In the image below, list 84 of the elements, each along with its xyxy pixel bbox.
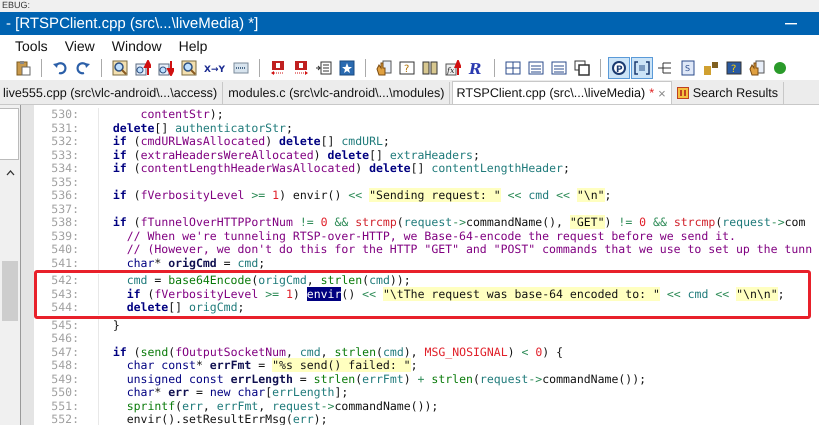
line-number: 547: [50,346,79,359]
page-up-arrow-icon [135,60,151,76]
brackets-button[interactable] [631,57,653,79]
scrollbar-thumb[interactable] [2,261,18,321]
menu-item[interactable]: Tools [15,38,48,54]
code-line: delete[] authenticatorStr; [112,122,293,135]
book-icon [422,60,438,76]
redo-icon [75,60,91,76]
code-line: char* origCmd = cmd; [126,256,266,270]
line-number: 546: [50,332,79,346]
clipboard-icon [15,60,31,76]
code-line: char const* errFmt = "%s send() failed: "; [126,359,418,372]
line-number: 534: [50,162,79,176]
hand-page-icon [376,60,392,76]
tab-label: Search Results [692,86,778,100]
scroll-up-icon[interactable] [6,170,14,176]
code-line: char* err = new char[errLength]; [126,386,348,400]
code-line: // (However, we don't do this for the HTTP "GET" and "POST" commands that we use to set up the tunn [126,243,812,256]
line-number: 551: [50,400,79,413]
page-down-arrow-icon [158,60,174,76]
line-number: 550: [50,386,79,400]
menu-item[interactable]: Window [112,38,162,54]
line-number: 544: [50,301,79,314]
line-number: 540: [50,243,79,256]
code-line: sprintf(err, errFmt, request->commandName()); [126,400,438,413]
tab-label: RTSPClient.cpp (src\...\liveMedia) [456,86,646,100]
web-page-icon [233,60,249,76]
brackets-icon [634,60,650,76]
code-line: if (fVerbosityLevel >= 1) envir() << "\tThe request was base-64 encoded to: " << cmd << "\n\n"; [126,288,785,301]
puzzle-icon [703,60,719,76]
code-line: if (send(fOutputSocketNum, cmd, strlen(cmd), MSG_NOSIGNAL) < 0) { [112,346,564,359]
panel-field[interactable] [0,108,19,160]
hand-page-icon [749,60,765,76]
line-number: 548: [50,359,79,372]
minimize-icon[interactable] [785,22,797,24]
line-number: 538: [50,216,79,230]
magnifier-page-icon [181,60,197,76]
list-window-icon [551,60,567,76]
star-icon [339,60,355,76]
search-results-icon [676,87,689,99]
menu-item[interactable]: View [64,38,95,54]
code-line: if (fVerbosityLevel >= 1) envir() << "Sending request: " << cmd << "\n"; [112,189,612,202]
line-number: 541: [50,256,79,270]
menu-item[interactable]: Help [178,38,208,54]
line-number: 533: [50,148,79,162]
code-line: if (fTunnelOverHTTPPortNum != 0 && strcmp(request->commandName(), "GET") != 0 && strcmp(request->com [112,216,806,230]
tree-icon [657,60,673,76]
code-line: cmd = base64Encode(origCmd, strlen(cmd)); [126,274,411,288]
line-number: 532: [50,135,79,148]
tab-label: live555.cpp (src\vlc-android\...\access) [3,86,218,100]
tab-label: modules.c (src\vlc-android\...\modules) [228,86,444,100]
right-arrow-marker-icon [293,60,309,76]
line-number: 543: [50,288,79,301]
line-number: 545: [50,318,79,332]
grid-icon [505,60,521,76]
line-number: 539: [50,230,79,243]
modified-marker: * [649,86,654,100]
debug-label: EBUG: [2,0,30,10]
window-title: - [RTSPClient.cpp (src\...\liveMedia) *] [6,15,258,32]
line-number: 537: [50,202,79,216]
file-tab[interactable]: RTSPClient.cpp (src\...\liveMedia) * × [452,81,672,104]
code-line: delete[] origCmd; [126,301,244,314]
line-number: 552: [50,413,79,425]
line-number: 549: [50,372,79,386]
line-number: 536: [50,189,79,202]
code-line: contentStr); [140,108,224,122]
magnifier-page-icon [112,60,128,76]
indent-list-icon [316,60,332,76]
line-number: 542: [50,274,79,288]
list-window-icon [528,60,544,76]
circle-icon [772,60,788,76]
code-line: // When we're tunneling RTSP-over-HTTP, we Base-64-encode the request before we send it. [126,230,736,243]
left-arrow-marker-icon [270,60,286,76]
code-line: unsigned const errLength = strlen(errFmt) + strlen(request->commandName()); [126,372,646,386]
windows-icon [574,60,590,76]
line-number: 535: [50,176,79,189]
code-line: if (cmdURLWasAllocated) delete[] cmdURL; [112,135,390,148]
line-number: 531: [50,122,79,135]
line-number: 530: [50,108,79,122]
code-line: if (extraHeadersWereAllocated) delete[] extraHeaders; [112,148,480,162]
code-line: if (contentLengthHeaderWasAllocated) delete[] contentLengthHeader; [112,162,570,176]
undo-icon [52,60,68,76]
code-line: } [112,318,120,332]
close-tab-button[interactable]: × [658,86,666,100]
